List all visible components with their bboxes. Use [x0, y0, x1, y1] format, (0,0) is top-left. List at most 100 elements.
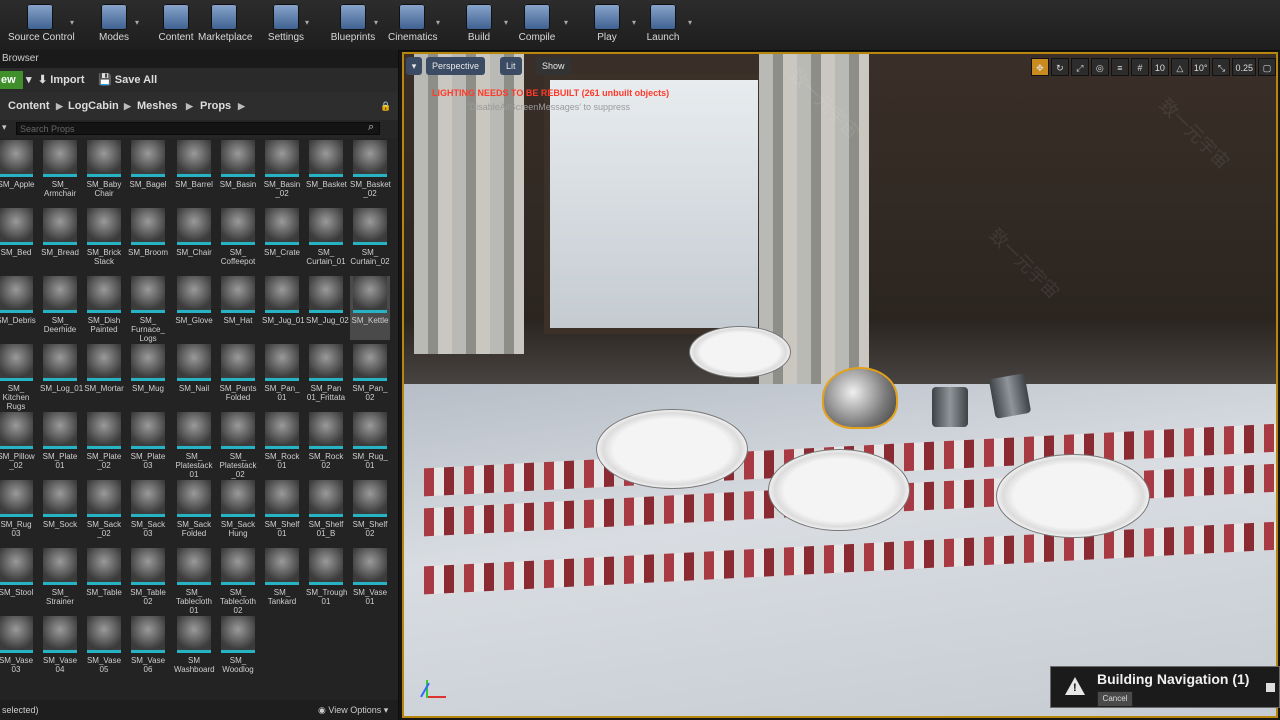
asset-tile[interactable]: SM_Jug_01 [262, 276, 305, 340]
settings-button[interactable]: Settings [266, 4, 306, 48]
asset-tile[interactable]: SM_Shelf 01 [262, 480, 302, 544]
save-all-button[interactable]: 💾 Save All [98, 68, 157, 92]
asset-tile[interactable]: SM_Nail [174, 344, 214, 408]
blueprints-button[interactable]: Blueprints [330, 4, 376, 48]
source-control-dropdown-icon[interactable]: ▾ [70, 18, 78, 28]
viewport-options-dropdown-icon[interactable]: ▾ [406, 57, 422, 75]
asset-tile[interactable]: SM_Vase 01 [350, 548, 390, 612]
grid-snap-icon[interactable]: # [1130, 58, 1149, 76]
asset-tile[interactable]: SM_ Tablecloth 02 [218, 548, 258, 615]
blueprints-dropdown-icon[interactable]: ▾ [374, 18, 382, 28]
asset-tile[interactable]: SM_Bagel [128, 140, 168, 204]
breadcrumb-separator-icon[interactable]: ▶ [238, 92, 245, 120]
asset-tile[interactable]: SM_Sock [40, 480, 80, 544]
scale-icon[interactable]: ⤢ [1070, 58, 1089, 76]
asset-tile[interactable]: SM_Barrel [174, 140, 214, 204]
asset-tile[interactable]: SM_ Platestack 01 [174, 412, 214, 479]
asset-tile[interactable]: SM_Rug 03 [0, 480, 36, 544]
build-dropdown-icon[interactable]: ▾ [504, 18, 512, 28]
show-button[interactable]: Show [536, 57, 571, 75]
add-new-dropdown-icon[interactable]: ▾ [26, 68, 32, 92]
breadcrumb-separator-icon[interactable]: ▶ [56, 92, 63, 120]
lit-button[interactable]: Lit [500, 57, 522, 75]
launch-button[interactable]: Launch [644, 4, 682, 48]
asset-tile[interactable]: SM_ Curtain_01 [306, 208, 346, 272]
asset-tile[interactable]: SM_Pan_ 01 [262, 344, 302, 408]
asset-tile[interactable]: SM_ Curtain_02 [350, 208, 390, 272]
breadcrumb-separator-icon[interactable]: ▶ [186, 92, 193, 120]
asset-tile[interactable]: SM_ Platestack _02 [218, 412, 258, 479]
asset-tile[interactable]: SM_ Deerhide [40, 276, 80, 340]
perspective-button[interactable]: Perspective [426, 57, 486, 75]
asset-tile[interactable]: SM_Jug_02 [306, 276, 349, 340]
asset-tile[interactable]: SM_Stool [0, 548, 36, 612]
modes-dropdown-icon[interactable]: ▾ [135, 18, 143, 28]
plate-right[interactable] [996, 454, 1150, 538]
asset-tile[interactable]: SM_Baby Chair [84, 140, 124, 204]
asset-tile[interactable]: SM_Vase 04 [40, 616, 80, 680]
asset-tile[interactable]: SM_Pan 01_Frittata [306, 344, 346, 408]
compile-dropdown-icon[interactable]: ▾ [564, 18, 572, 28]
add-new-button[interactable]: ew [0, 71, 23, 89]
asset-tile[interactable]: SM_ Armchair [40, 140, 80, 204]
mug[interactable] [932, 387, 968, 427]
asset-tile[interactable]: SM_Bed [0, 208, 36, 272]
asset-tile[interactable]: SM_Basket _02 [350, 140, 391, 204]
maximize-viewport-icon[interactable]: ▢ [1258, 58, 1276, 76]
plate-center[interactable] [768, 449, 910, 531]
asset-tile[interactable]: SM_Pan_ 02 [350, 344, 390, 408]
rotation-snap-icon[interactable]: △ [1170, 58, 1189, 76]
asset-tile[interactable]: SM_Crate [262, 208, 302, 272]
asset-tile[interactable]: SM_Debris [0, 276, 36, 340]
play-dropdown-icon[interactable]: ▾ [632, 18, 640, 28]
cinematics-button[interactable]: Cinematics [388, 4, 437, 48]
rotation-snap-value[interactable]: 10° [1190, 58, 1211, 76]
asset-tile[interactable]: SM_Plate 03 [128, 412, 168, 476]
asset-tile[interactable]: SM_Glove [174, 276, 214, 340]
asset-tile[interactable]: SM_Plate _02 [84, 412, 124, 476]
asset-tile[interactable]: SM_Chair [174, 208, 214, 272]
asset-tile[interactable]: SM_Hat [218, 276, 258, 340]
asset-tile[interactable]: SM_Table 02 [128, 548, 168, 612]
asset-tile[interactable]: SM_Basin [218, 140, 258, 204]
asset-tile[interactable]: SM_Rock 02 [306, 412, 346, 476]
scale-snap-icon[interactable]: ⤡ [1212, 58, 1231, 76]
breadcrumb-content[interactable]: Content [8, 92, 50, 120]
surface-snap-icon[interactable]: ≡ [1110, 58, 1129, 76]
translate-icon[interactable]: ✥ [1030, 58, 1049, 76]
asset-tile[interactable]: SM_Shelf 01_B [306, 480, 346, 544]
asset-tile[interactable]: SM_Shelf 02 [350, 480, 390, 544]
rotate-icon[interactable]: ↻ [1050, 58, 1069, 76]
asset-tile[interactable]: SM_Basin _02 [262, 140, 302, 204]
asset-tile[interactable]: SM_Mug [128, 344, 168, 408]
asset-tile[interactable]: SM_ Tablecloth 01 [174, 548, 214, 615]
asset-tile[interactable]: SM_Pants Folded [218, 344, 258, 408]
asset-tile[interactable]: SM_Table [84, 548, 124, 612]
asset-tile[interactable]: SM_ Furnace_ Logs [128, 276, 168, 343]
kettle-selected[interactable] [822, 367, 898, 429]
asset-tile[interactable]: SM_Kettle [350, 276, 390, 340]
asset-tile[interactable]: SM_ Coffeepot [218, 208, 258, 272]
platestack-back[interactable] [689, 326, 791, 378]
build-button[interactable]: Build [462, 4, 496, 48]
search-input[interactable]: Search Props [16, 122, 380, 135]
asset-tile[interactable]: SM_Dish Painted [84, 276, 124, 340]
platestack-front[interactable] [596, 409, 748, 489]
scale-snap-value[interactable]: 0.25 [1232, 58, 1256, 76]
asset-tile[interactable]: SM_Brick Stack [84, 208, 124, 272]
compile-button[interactable]: Compile [516, 4, 558, 48]
level-viewport[interactable]: ▾ Perspective Lit Show ✥ ↻ ⤢ ◎ ≡ # 10 △ … [402, 52, 1278, 718]
asset-tile[interactable]: SM_Bread [40, 208, 80, 272]
asset-tile[interactable]: SM_Broom [128, 208, 168, 272]
asset-tile[interactable]: SM_Pillow _02 [0, 412, 36, 476]
cancel-button[interactable]: Cancel [1097, 691, 1133, 707]
asset-tile[interactable]: SM_Log_01 [40, 344, 83, 408]
stop-icon[interactable] [1266, 683, 1275, 692]
asset-tile[interactable]: SM_ Strainer [40, 548, 80, 612]
asset-tile[interactable]: SM_Plate 01 [40, 412, 80, 476]
asset-tile[interactable]: SM_Vase 06 [128, 616, 168, 680]
asset-tile[interactable]: SM Washboard [174, 616, 215, 680]
asset-tile[interactable]: SM_ Kitchen Rugs [0, 344, 36, 411]
asset-tile[interactable]: SM_Basket [306, 140, 347, 204]
asset-tile[interactable]: SM_ Woodlog [218, 616, 258, 680]
